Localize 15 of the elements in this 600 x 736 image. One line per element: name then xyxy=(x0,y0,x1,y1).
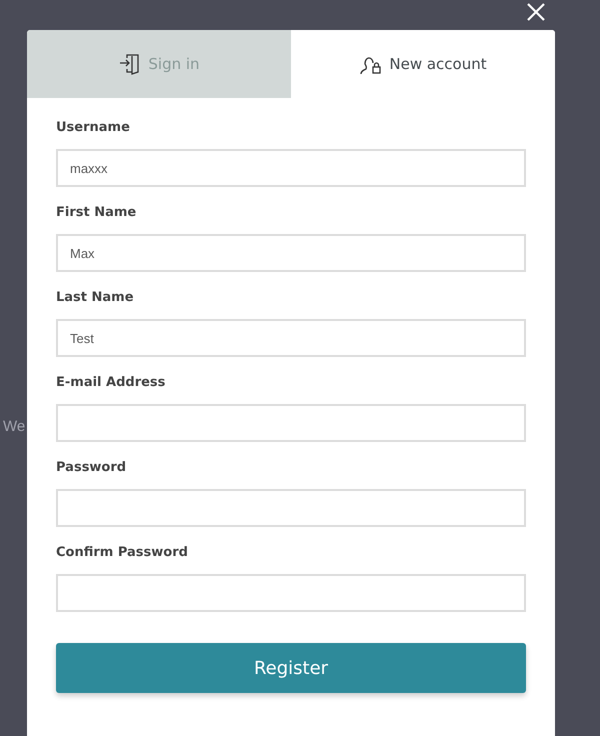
register-button[interactable]: Register xyxy=(56,643,526,693)
field-label: First Name xyxy=(56,205,138,222)
input-field[interactable]: Max xyxy=(56,234,526,272)
input-field[interactable] xyxy=(56,574,526,612)
input-field[interactable] xyxy=(56,489,526,527)
background-text: We xyxy=(3,418,26,435)
input-field[interactable]: maxxx xyxy=(56,149,526,187)
field-label: Username xyxy=(56,120,131,137)
field-label: Password xyxy=(56,460,128,477)
input-field[interactable] xyxy=(56,404,526,442)
field-label: Confirm Password xyxy=(56,545,189,562)
field-label: Last Name xyxy=(56,290,135,307)
input-field[interactable]: Test xyxy=(56,319,526,357)
close-icon xyxy=(526,2,546,22)
field-label: E-mail Address xyxy=(56,375,166,392)
